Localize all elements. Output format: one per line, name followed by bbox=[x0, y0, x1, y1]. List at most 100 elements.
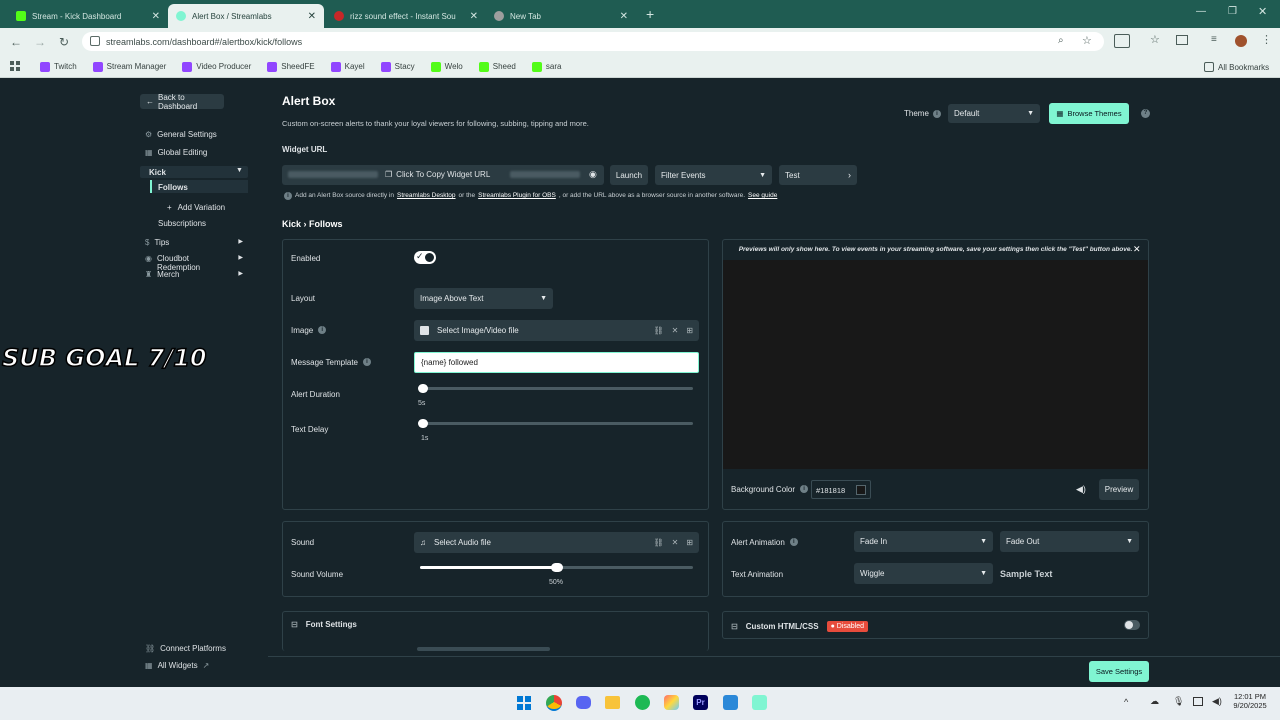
theme-select[interactable]: Default ▼ bbox=[948, 104, 1040, 123]
file-explorer-icon[interactable] bbox=[605, 696, 620, 709]
tab-rizz-sound[interactable]: rizz sound effect - Instant Sou ✕ bbox=[326, 4, 486, 28]
star-bookmark-icon[interactable]: ☆ bbox=[1082, 34, 1092, 47]
tray-chevron-icon[interactable]: ^ bbox=[1124, 697, 1128, 707]
gallery-icon[interactable]: ⊞ bbox=[686, 326, 693, 335]
back-to-dashboard-button[interactable]: ← Back to Dashboard bbox=[140, 93, 224, 111]
sound-volume-slider[interactable] bbox=[420, 563, 693, 572]
bookmark-kayel[interactable]: Kayel bbox=[330, 61, 365, 72]
display-icon[interactable] bbox=[1193, 697, 1203, 706]
sidebar-item-tips[interactable]: $ Tips ▶ bbox=[145, 238, 243, 247]
custom-html-header[interactable]: ⊟ Custom HTML/CSS ● Disabled bbox=[731, 621, 869, 632]
back-arrow-icon[interactable]: ← bbox=[6, 32, 26, 52]
restore-icon[interactable]: ❐ bbox=[1228, 6, 1237, 17]
sidebar-item-follows[interactable]: Follows bbox=[150, 180, 248, 193]
text-animation-select[interactable]: Wiggle ▼ bbox=[854, 563, 993, 584]
obs-plugin-link[interactable]: Streamlabs Plugin for OBS bbox=[478, 192, 556, 200]
clear-icon[interactable]: ✕ bbox=[672, 326, 679, 335]
close-icon[interactable]: ✕ bbox=[620, 11, 628, 22]
clock[interactable]: 12:01 PM 9/20/2025 bbox=[1232, 692, 1268, 710]
all-bookmarks[interactable]: All Bookmarks bbox=[1204, 62, 1269, 72]
widget-url-field[interactable]: ❐ Click To Copy Widget URL ◉ bbox=[282, 165, 604, 185]
bookmark-twitch[interactable]: Twitch bbox=[40, 61, 77, 72]
background-color-input[interactable]: #181818 bbox=[811, 480, 871, 499]
volume-icon[interactable]: ◀) bbox=[1076, 484, 1086, 495]
tab-alert-box[interactable]: Alert Box / Streamlabs ✕ bbox=[168, 4, 324, 28]
windows-start-icon[interactable] bbox=[517, 696, 531, 710]
microphone-icon[interactable]: 🎙 bbox=[1173, 696, 1184, 707]
close-icon[interactable]: ✕ bbox=[152, 11, 160, 22]
minimize-icon[interactable]: — bbox=[1196, 6, 1206, 17]
cloud-icon[interactable]: ☁ bbox=[1150, 696, 1159, 707]
profile-avatar[interactable] bbox=[1235, 35, 1247, 47]
add-variation-button[interactable]: + Add Variation bbox=[167, 203, 225, 212]
link-icon[interactable]: ⛓ bbox=[653, 326, 663, 335]
help-icon[interactable]: ? bbox=[1141, 109, 1150, 118]
bookmark-sheed[interactable]: Sheed bbox=[478, 61, 516, 72]
tab-new-tab[interactable]: New Tab ✕ bbox=[486, 4, 636, 28]
media-controls-icon[interactable]: ≡ bbox=[1211, 34, 1217, 45]
audio-file-picker[interactable]: ♫ Select Audio file ⛓ ✕ ⊞ bbox=[414, 532, 699, 553]
custom-html-toggle[interactable] bbox=[1124, 620, 1140, 630]
layout-select[interactable]: Image Above Text ▼ bbox=[414, 288, 553, 309]
sidebar-item-general[interactable]: ⚙ General Settings bbox=[145, 130, 217, 139]
text-delay-slider[interactable] bbox=[418, 419, 693, 428]
save-settings-button[interactable]: Save Settings bbox=[1089, 661, 1149, 682]
see-guide-link[interactable]: See guide bbox=[748, 192, 777, 200]
gallery-icon[interactable]: ⊞ bbox=[686, 538, 693, 547]
streamlabs-desktop-link[interactable]: Streamlabs Desktop bbox=[397, 192, 456, 200]
sidebar-item-global[interactable]: ▦ Global Editing bbox=[145, 148, 207, 157]
kebab-menu-icon[interactable]: ⋮ bbox=[1261, 33, 1272, 46]
bookmark-stream-manager[interactable]: Stream Manager bbox=[92, 61, 166, 72]
link-icon[interactable]: ⛓ bbox=[653, 538, 663, 547]
horizontal-scrollbar[interactable] bbox=[417, 647, 550, 651]
zoom-icon[interactable]: ⌕ bbox=[1058, 35, 1064, 46]
bookmark-sara[interactable]: sara bbox=[531, 61, 561, 72]
filter-events-select[interactable]: Filter Events ▼ bbox=[655, 165, 772, 185]
window-close-icon[interactable]: ✕ bbox=[1258, 5, 1267, 18]
connect-platforms-link[interactable]: ⛓ Connect Platforms bbox=[145, 644, 226, 653]
animation-in-select[interactable]: Fade In ▼ bbox=[854, 531, 993, 552]
close-icon[interactable]: ✕ bbox=[308, 11, 316, 22]
all-widgets-link[interactable]: ▦ All Widgets ↗ bbox=[145, 661, 209, 670]
apps-grid-icon[interactable] bbox=[10, 61, 20, 71]
photos-icon[interactable] bbox=[664, 695, 679, 710]
copy-widget-url[interactable]: ❐ Click To Copy Widget URL bbox=[385, 170, 490, 179]
alert-duration-slider[interactable] bbox=[418, 384, 693, 393]
discord-icon[interactable] bbox=[576, 696, 591, 709]
address-bar[interactable]: streamlabs.com/dashboard#/alertbox/kick/… bbox=[82, 32, 1104, 51]
bookmark-video-producer[interactable]: Video Producer bbox=[182, 61, 251, 72]
bookmark-sheedfe[interactable]: SheedFE bbox=[267, 61, 315, 72]
reload-icon[interactable]: ↻ bbox=[54, 32, 74, 52]
site-info-icon[interactable] bbox=[90, 36, 100, 46]
streamlabs-icon[interactable] bbox=[752, 695, 767, 710]
premiere-icon[interactable]: Pr bbox=[693, 695, 708, 710]
volume-icon[interactable]: ◀) bbox=[1212, 696, 1222, 707]
forward-arrow-icon[interactable]: → bbox=[30, 32, 50, 52]
bookmark-star-icon[interactable]: ☆ bbox=[1150, 33, 1160, 46]
sidebar-item-subscriptions[interactable]: Subscriptions bbox=[158, 219, 206, 228]
enabled-toggle[interactable]: ✓ bbox=[414, 251, 436, 264]
sidebar-item-kick[interactable]: Kick ▼ bbox=[140, 166, 248, 178]
bookmark-stacy[interactable]: Stacy bbox=[380, 61, 415, 72]
eye-icon[interactable]: ◉ bbox=[589, 169, 597, 180]
launch-button[interactable]: Launch bbox=[610, 165, 648, 185]
sidebar-item-merch[interactable]: ♜ Merch ▶ bbox=[145, 270, 243, 279]
browse-themes-button[interactable]: ▦ Browse Themes bbox=[1049, 103, 1129, 124]
font-settings-header[interactable]: ⊟ Font Settings bbox=[291, 620, 357, 629]
spotify-icon[interactable] bbox=[635, 695, 650, 710]
test-button[interactable]: Test › bbox=[779, 165, 857, 185]
cast-icon[interactable] bbox=[1176, 35, 1188, 45]
preview-button[interactable]: Preview bbox=[1099, 479, 1139, 500]
bookmark-welo[interactable]: Welo bbox=[430, 61, 463, 72]
chrome-icon[interactable] bbox=[546, 695, 562, 711]
editor-app-icon[interactable] bbox=[723, 695, 738, 710]
clear-icon[interactable]: ✕ bbox=[672, 538, 679, 547]
tab-kick-dashboard[interactable]: Stream - Kick Dashboard ✕ bbox=[8, 4, 168, 28]
image-file-picker[interactable]: Select Image/Video file ⛓ ✕ ⊞ bbox=[414, 320, 699, 341]
message-template-input[interactable]: {name} followed bbox=[414, 352, 699, 373]
close-notice-icon[interactable]: ✕ bbox=[1133, 244, 1141, 255]
extensions-icon[interactable] bbox=[1114, 34, 1130, 48]
new-tab-plus-icon[interactable]: + bbox=[646, 6, 654, 22]
close-icon[interactable]: ✕ bbox=[470, 11, 478, 22]
animation-out-select[interactable]: Fade Out ▼ bbox=[1000, 531, 1139, 552]
